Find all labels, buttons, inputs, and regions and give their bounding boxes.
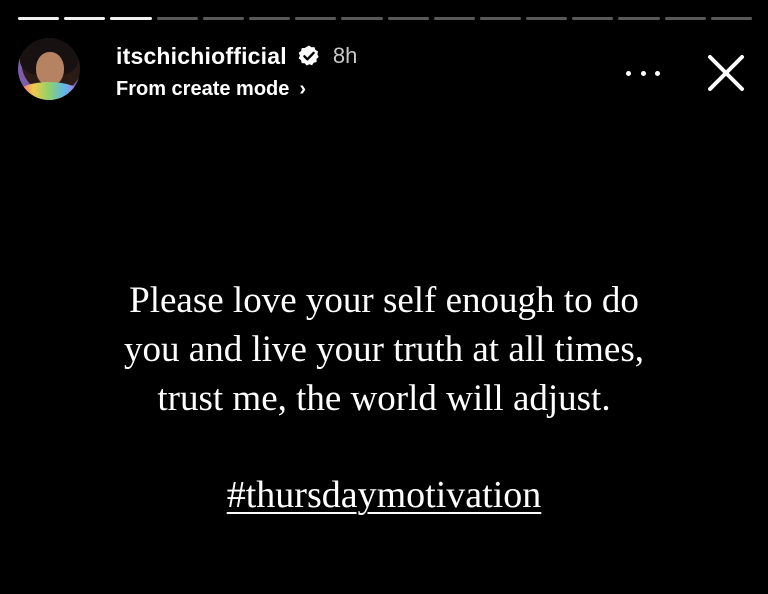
story-progress-segment	[295, 17, 337, 20]
story-progress-segment	[433, 17, 475, 20]
story-message-line: Please love your self enough to do	[129, 280, 639, 321]
story-message: Please love your self enough to do you a…	[40, 276, 728, 423]
story-progress-segment	[341, 17, 383, 20]
close-button[interactable]	[705, 52, 747, 94]
avatar[interactable]	[18, 38, 80, 100]
story-message-line: trust me, the world will adjust.	[157, 378, 611, 419]
close-icon	[708, 55, 744, 91]
username-link[interactable]: itschichiofficial	[116, 43, 287, 70]
story-progress-segment	[710, 17, 752, 20]
more-dots-icon	[626, 70, 631, 76]
story-progress-segment	[110, 17, 152, 20]
chevron-right-icon: ›	[299, 77, 307, 100]
more-dots-icon	[655, 70, 660, 76]
post-time: 8h	[332, 43, 358, 68]
create-mode-label: From create mode	[116, 77, 290, 100]
story-progress-segment	[156, 17, 198, 20]
user-info-row: itschichiofficial 8h	[116, 42, 357, 70]
story-progress-segment	[572, 17, 614, 20]
avatar-face	[36, 52, 64, 86]
story-progress-segment	[202, 17, 244, 20]
story-message-line: you and live your truth at all times,	[124, 329, 644, 370]
more-dots-icon	[640, 70, 646, 76]
story-progress-bar	[18, 17, 752, 21]
more-options-button[interactable]	[626, 60, 660, 86]
story-progress-segment	[479, 17, 522, 20]
story-progress-segment	[618, 17, 660, 20]
story-progress-segment	[248, 17, 291, 20]
avatar-dress	[18, 82, 80, 100]
hashtag-link[interactable]: #thursdaymotivation	[227, 474, 542, 516]
story-progress-segment	[18, 17, 60, 20]
story-progress-segment	[387, 17, 429, 20]
create-mode-link[interactable]: From create mode ›	[116, 76, 306, 102]
story-progress-segment	[664, 17, 706, 20]
story-progress-segment	[64, 17, 106, 20]
verified-badge-icon	[298, 45, 319, 66]
story-progress-segment	[526, 17, 568, 20]
hashtag-container: #thursdaymotivation	[40, 470, 728, 520]
